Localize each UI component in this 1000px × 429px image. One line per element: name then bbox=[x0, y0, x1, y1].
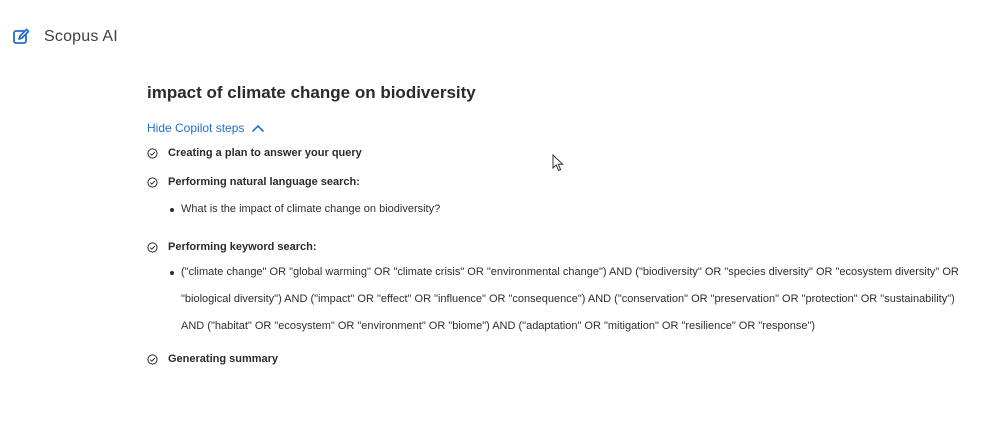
step-label: Creating a plan to answer your query bbox=[168, 147, 362, 159]
step-items: What is the impact of climate change on … bbox=[147, 196, 977, 223]
step-label: Generating summary bbox=[168, 353, 279, 365]
check-circle-icon bbox=[147, 176, 158, 188]
natural-language-query: What is the impact of climate change on … bbox=[181, 203, 441, 215]
bullet-icon bbox=[170, 271, 174, 275]
copilot-step: Performing keyword search: bbox=[147, 239, 977, 255]
list-item: ("climate change" OR "global warming" OR… bbox=[147, 259, 977, 340]
hide-copilot-steps-button[interactable]: Hide Copilot steps bbox=[147, 121, 265, 135]
edit-icon[interactable] bbox=[12, 28, 30, 46]
mouse-cursor-icon bbox=[552, 154, 564, 172]
check-circle-icon bbox=[147, 147, 158, 159]
main-content: impact of climate change on biodiversity… bbox=[147, 82, 977, 367]
app-header: Scopus AI bbox=[12, 27, 118, 47]
copilot-step: Performing natural language search: bbox=[147, 174, 977, 190]
list-item: What is the impact of climate change on … bbox=[147, 196, 977, 223]
copilot-steps: Creating a plan to answer your query Per… bbox=[147, 145, 977, 367]
step-items: ("climate change" OR "global warming" OR… bbox=[147, 259, 977, 340]
chevron-up-icon bbox=[252, 125, 265, 132]
keyword-query: ("climate change" OR "global warming" OR… bbox=[181, 266, 959, 332]
query-heading: impact of climate change on biodiversity bbox=[147, 83, 476, 102]
app-title: Scopus AI bbox=[44, 28, 118, 45]
bullet-icon bbox=[170, 208, 174, 212]
copilot-step: Generating summary bbox=[147, 351, 977, 367]
toggle-label: Hide Copilot steps bbox=[147, 121, 245, 135]
check-circle-icon bbox=[147, 353, 158, 365]
step-label: Performing natural language search: bbox=[168, 176, 360, 188]
check-circle-icon bbox=[147, 241, 158, 253]
step-label: Performing keyword search: bbox=[168, 241, 317, 253]
